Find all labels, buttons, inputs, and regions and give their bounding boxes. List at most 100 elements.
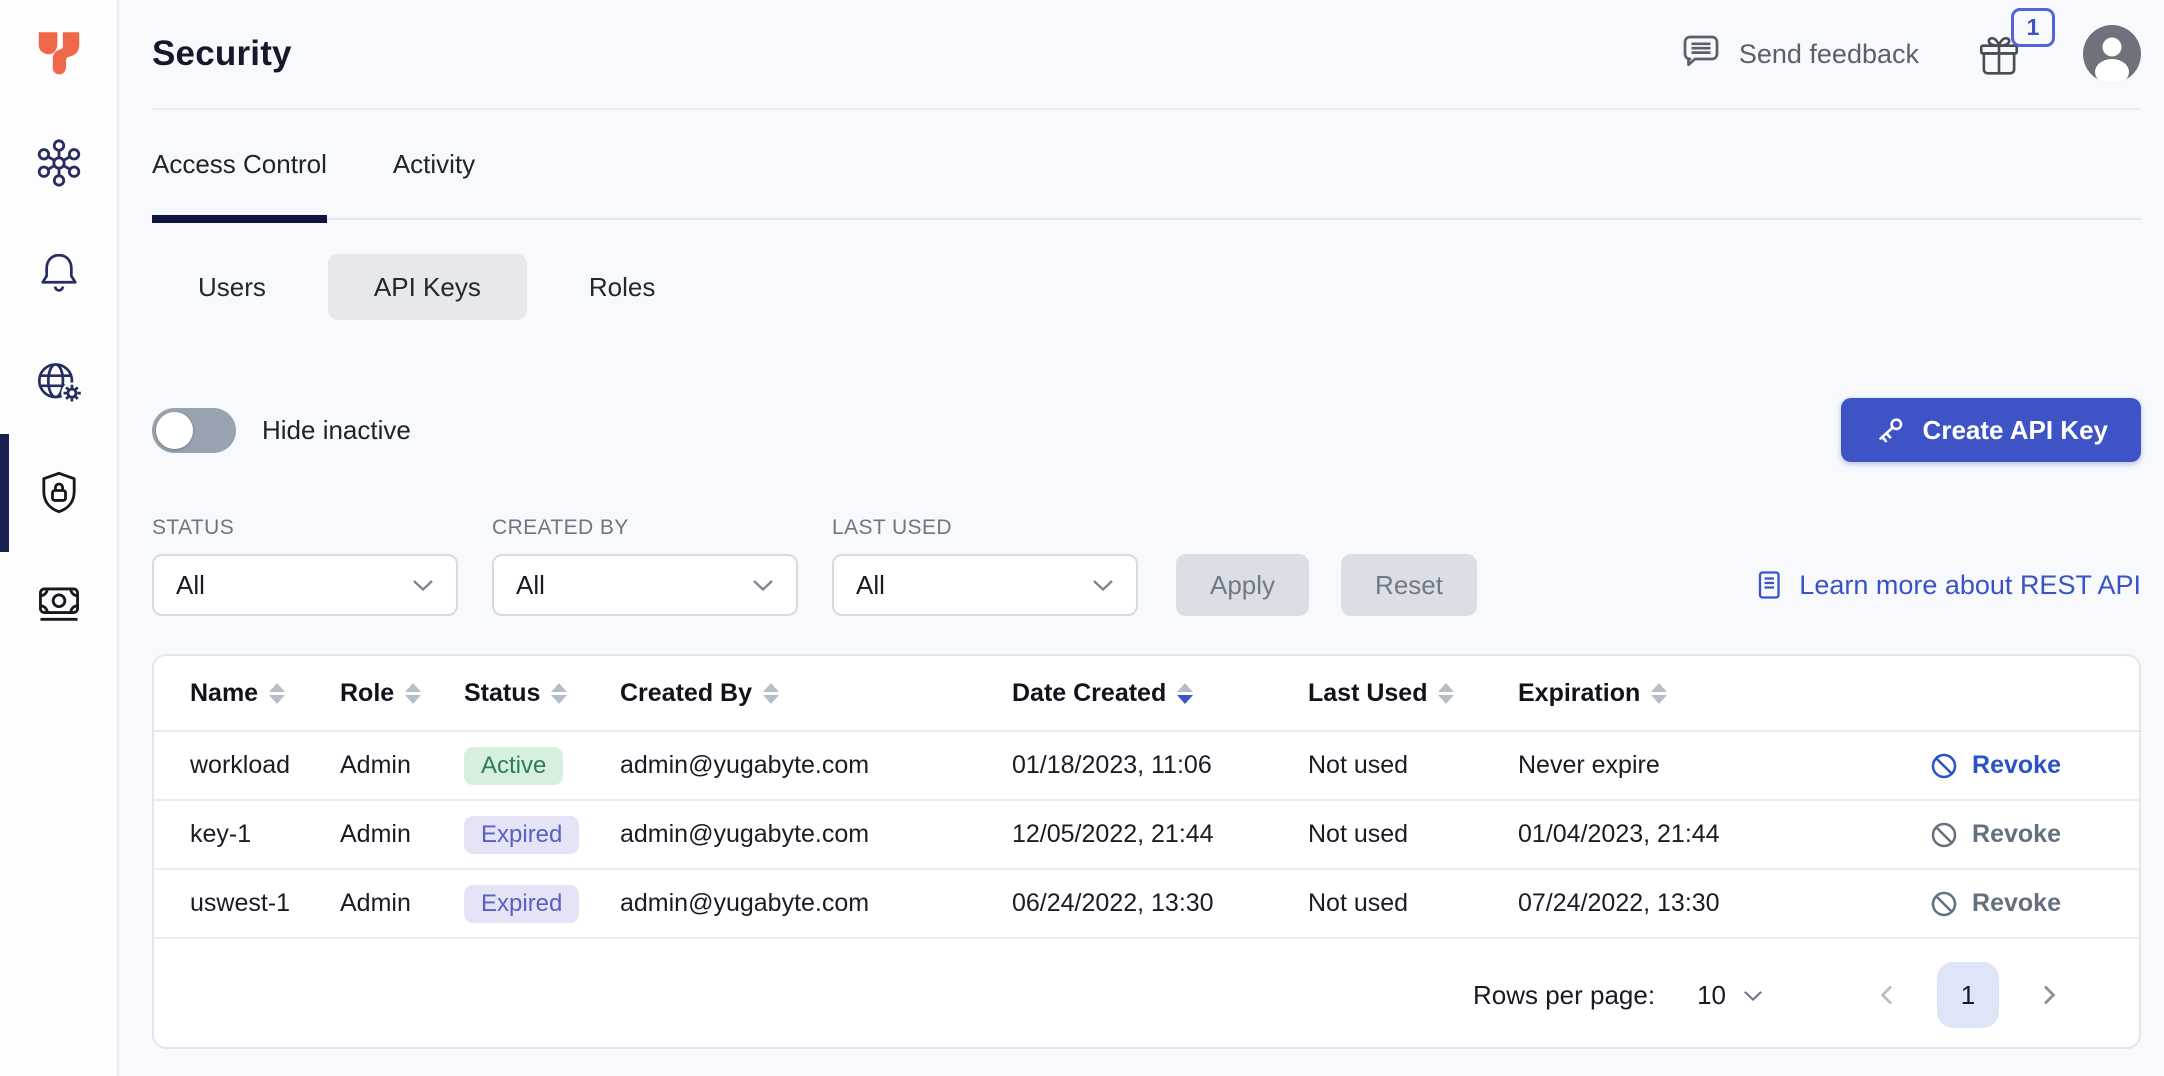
column-header-last-used[interactable]: Last Used: [1308, 679, 1518, 708]
table-row: uswest-1 Admin Expired admin@yugabyte.co…: [154, 870, 2139, 939]
rows-per-page-select[interactable]: 10: [1697, 980, 1763, 1011]
cell-name: uswest-1: [190, 889, 340, 918]
previous-page-button[interactable]: [1875, 982, 1901, 1008]
sidebar: [0, 0, 119, 1076]
chevron-right-icon: [2035, 982, 2061, 1008]
sidebar-item-billing[interactable]: [0, 548, 117, 658]
sidebar-item-alerts[interactable]: [0, 218, 117, 328]
apply-button[interactable]: Apply: [1176, 554, 1309, 616]
next-page-button[interactable]: [2035, 982, 2061, 1008]
subtab-api-keys-label: API Keys: [374, 272, 481, 303]
filter-last-used: LAST USED All: [832, 516, 1138, 616]
cell-expiration: Never expire: [1518, 751, 1844, 780]
cell-last-used: Not used: [1308, 820, 1518, 849]
column-label: Name: [190, 679, 258, 708]
toggle-knob: [156, 412, 193, 449]
tab-access-control-label: Access Control: [152, 149, 327, 180]
filter-status-label: STATUS: [152, 516, 458, 540]
revoke-label: Revoke: [1972, 820, 2061, 849]
subtab-users[interactable]: Users: [152, 254, 312, 320]
filter-status-select[interactable]: All: [152, 554, 458, 616]
create-api-key-button[interactable]: Create API Key: [1841, 398, 2141, 462]
billing-icon: [32, 576, 86, 630]
subtab-roles[interactable]: Roles: [543, 254, 701, 320]
reset-button[interactable]: Reset: [1341, 554, 1477, 616]
column-label: Date Created: [1012, 679, 1166, 708]
cell-expiration: 07/24/2022, 13:30: [1518, 889, 1844, 918]
ban-icon: [1929, 751, 1959, 781]
sort-icon: [763, 683, 779, 704]
revoke-label: Revoke: [1972, 751, 2061, 780]
page-header: Security Send feedback 1: [152, 0, 2141, 110]
cell-last-used: Not used: [1308, 889, 1518, 918]
api-keys-table: Name Role Status Created By Date Created…: [152, 654, 2141, 1049]
alerts-bell-icon: [33, 247, 85, 299]
learn-more-label: Learn more about REST API: [1799, 570, 2141, 601]
sort-icon: [405, 683, 421, 704]
hide-inactive-label: Hide inactive: [262, 415, 411, 446]
chevron-down-icon: [752, 578, 774, 592]
tab-activity-label: Activity: [393, 149, 475, 180]
page-number-button[interactable]: 1: [1937, 962, 1999, 1028]
cell-role: Admin: [340, 751, 464, 780]
table-row: workload Admin Active admin@yugabyte.com…: [154, 732, 2139, 801]
rows-per-page-value: 10: [1697, 980, 1726, 1011]
sidebar-item-network-settings[interactable]: [0, 328, 117, 438]
filter-buttons: Apply Reset: [1176, 554, 1477, 616]
filter-last-used-select[interactable]: All: [832, 554, 1138, 616]
chevron-down-icon: [1092, 578, 1114, 592]
table-row: key-1 Admin Expired admin@yugabyte.com 1…: [154, 801, 2139, 870]
cell-role: Admin: [340, 820, 464, 849]
send-feedback-label: Send feedback: [1739, 39, 1919, 70]
filter-last-used-label: LAST USED: [832, 516, 1138, 540]
column-label: Role: [340, 679, 394, 708]
revoke-button[interactable]: Revoke: [1929, 820, 2061, 850]
avatar-icon: [2083, 25, 2141, 83]
column-label: Last Used: [1308, 679, 1427, 708]
subtab-users-label: Users: [198, 272, 266, 303]
send-feedback-button[interactable]: Send feedback: [1678, 31, 1919, 77]
subtabs: Users API Keys Roles: [152, 254, 2141, 320]
hide-inactive-toggle[interactable]: [152, 408, 236, 453]
tabs: Access Control Activity: [152, 110, 2141, 220]
key-icon: [1874, 414, 1906, 446]
sidebar-item-security[interactable]: [0, 438, 117, 548]
ban-icon: [1929, 820, 1959, 850]
user-avatar[interactable]: [2083, 25, 2141, 83]
subtab-api-keys[interactable]: API Keys: [328, 254, 527, 320]
table-header-row: Name Role Status Created By Date Created…: [154, 656, 2139, 732]
chevron-left-icon: [1875, 982, 1901, 1008]
revoke-button[interactable]: Revoke: [1929, 751, 2061, 781]
filter-created-by-select[interactable]: All: [492, 554, 798, 616]
sort-icon: [1177, 683, 1193, 704]
column-header-status[interactable]: Status: [464, 679, 620, 708]
column-header-role[interactable]: Role: [340, 679, 464, 708]
cell-expiration: 01/04/2023, 21:44: [1518, 820, 1844, 849]
sidebar-item-clusters[interactable]: [0, 108, 117, 218]
column-header-expiration[interactable]: Expiration: [1518, 679, 1844, 708]
header-actions: Send feedback 1: [1678, 25, 2141, 83]
feedback-icon: [1678, 31, 1724, 77]
tab-activity[interactable]: Activity: [393, 110, 475, 218]
column-label: Expiration: [1518, 679, 1640, 708]
filter-status-value: All: [176, 570, 205, 601]
filter-last-used-value: All: [856, 570, 885, 601]
controls-row: Hide inactive Create API Key: [152, 398, 2141, 462]
column-header-name[interactable]: Name: [190, 679, 340, 708]
column-header-created-by[interactable]: Created By: [620, 679, 1012, 708]
column-header-date-created[interactable]: Date Created: [1012, 679, 1308, 708]
status-badge: Active: [464, 747, 563, 785]
tab-access-control[interactable]: Access Control: [152, 110, 327, 218]
sort-icon: [1438, 683, 1454, 704]
revoke-label: Revoke: [1972, 889, 2061, 918]
pagination: Rows per page: 10 1: [154, 939, 2139, 1049]
cell-date-created: 01/18/2023, 11:06: [1012, 751, 1308, 780]
yugabyte-logo[interactable]: [0, 0, 117, 108]
learn-more-link[interactable]: Learn more about REST API: [1752, 568, 2141, 602]
create-api-key-label: Create API Key: [1923, 415, 2108, 446]
cell-date-created: 12/05/2022, 21:44: [1012, 820, 1308, 849]
cell-created-by: admin@yugabyte.com: [620, 889, 1012, 918]
revoke-button[interactable]: Revoke: [1929, 889, 2061, 919]
status-badge: Expired: [464, 885, 579, 923]
gift-button[interactable]: 1: [1975, 30, 2023, 78]
